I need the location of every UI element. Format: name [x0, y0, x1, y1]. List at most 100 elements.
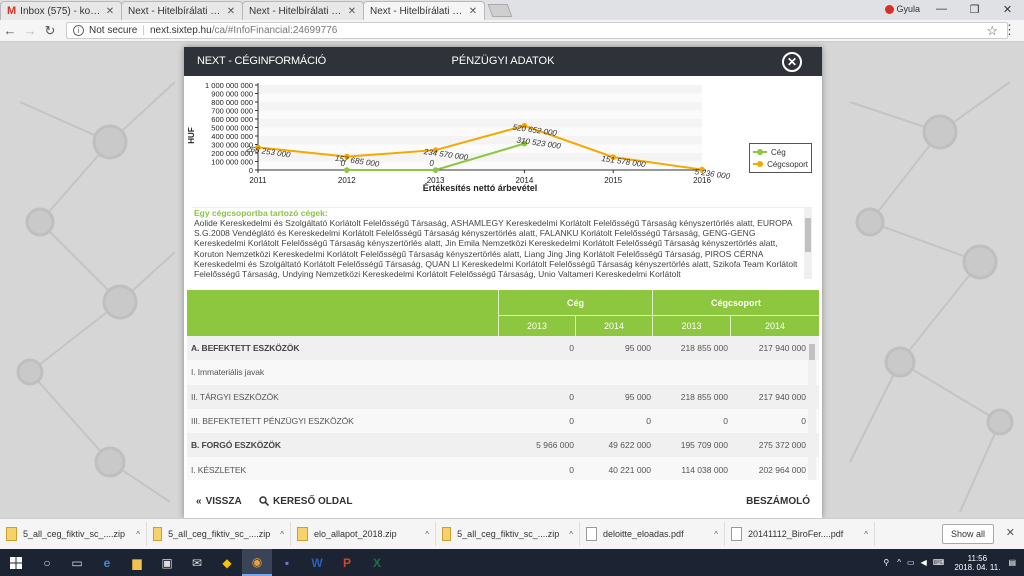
browser-tab-strip: M Inbox (575) - kovacs@ar ✕ Next - Hitel…: [0, 0, 1024, 20]
company-group-title: Egy cégcsoportba tartozó cégek:: [194, 208, 328, 218]
forward-arrow-icon[interactable]: →: [20, 23, 40, 38]
word-icon[interactable]: W: [302, 549, 332, 576]
notification-icon[interactable]: ▤: [1008, 558, 1016, 567]
volume-icon[interactable]: ◀: [921, 558, 927, 567]
network-icon[interactable]: ▭: [907, 558, 915, 567]
zip-file-icon: [442, 527, 452, 541]
chevron-up-icon[interactable]: ^: [415, 530, 429, 539]
tab-title: Next - Hitelbírálati modu: [128, 5, 226, 17]
browser-tab-next-1[interactable]: Next - Hitelbírálati modu ✕: [121, 1, 243, 20]
company-group-box: Egy cégcsoportba tartozó cégek: Aolide K…: [192, 207, 812, 279]
legend-label: Cégcsoport: [767, 159, 808, 169]
close-tab-icon[interactable]: ✕: [226, 6, 236, 17]
y-axis-label: HUF: [187, 127, 196, 144]
clock[interactable]: 11:56 2018. 04. 11.: [954, 554, 1000, 572]
bookmark-star-icon[interactable]: ☆: [986, 23, 998, 39]
plot-band: [258, 93, 702, 102]
download-name: 20141112_BiroFer....pdf: [748, 529, 844, 539]
x-tick-label: 2012: [338, 176, 356, 185]
zip-file-icon: [153, 527, 163, 541]
header-year: 2014: [730, 315, 819, 336]
chevron-up-icon[interactable]: ^: [897, 558, 901, 567]
row-label: B. FORGÓ ESZKÖZÖK: [191, 440, 281, 451]
row-label: II. TÁRGYI ESZKÖZÖK: [191, 391, 279, 402]
close-window-icon[interactable]: ✕: [991, 0, 1024, 18]
download-item[interactable]: 5_all_ceg_fiktiv_sc_....zip ^: [0, 522, 147, 546]
plot-band: [258, 110, 702, 119]
cell-value: 0: [569, 416, 574, 427]
chrome-icon[interactable]: ◉: [242, 549, 272, 576]
cell-value: 217 940 000: [758, 391, 806, 402]
browser-tab-next-active[interactable]: Next - Hitelbírálati modu ✕: [363, 1, 485, 20]
reload-icon[interactable]: ↻: [40, 23, 60, 39]
tab-title: Next - Hitelbírálati modu: [370, 5, 468, 17]
back-arrow-icon[interactable]: ←: [0, 23, 20, 38]
download-item[interactable]: 5_all_ceg_fiktiv_sc_....zip ^: [436, 522, 580, 546]
task-view-icon[interactable]: ▭: [62, 549, 92, 576]
browser-tab-gmail[interactable]: M Inbox (575) - kovacs@ar ✕: [0, 1, 122, 20]
file-explorer-icon[interactable]: ▆: [122, 549, 152, 576]
menu-dots-icon[interactable]: ⋮: [1003, 22, 1016, 38]
search-page-button[interactable]: KERESŐ OLDAL: [259, 496, 352, 507]
report-label: BESZÁMOLÓ: [746, 495, 810, 507]
search-icon[interactable]: ○: [32, 549, 62, 576]
search-page-label: KERESŐ OLDAL: [273, 495, 353, 507]
profile-button[interactable]: Gyula: [885, 4, 920, 14]
people-icon[interactable]: ⚲: [883, 558, 889, 567]
maximize-icon[interactable]: ❐: [958, 0, 991, 18]
y-tick-label: 0: [249, 166, 253, 175]
row-label: I. Immateriális javak: [191, 367, 265, 378]
download-item[interactable]: deloitte_eloadas.pdf ^: [580, 522, 725, 546]
app-icon[interactable]: ◆: [212, 549, 242, 576]
company-group-scrollbar[interactable]: [804, 208, 812, 279]
chevron-up-icon[interactable]: ^: [270, 530, 284, 539]
back-button[interactable]: « VISSZA: [196, 496, 242, 507]
show-all-button[interactable]: Show all: [941, 524, 994, 544]
close-downloads-icon[interactable]: ✕: [1006, 526, 1015, 539]
chevron-up-icon[interactable]: ^: [704, 530, 718, 539]
scroll-thumb[interactable]: [809, 344, 815, 360]
report-button[interactable]: BESZÁMOLÓ: [746, 496, 810, 507]
x-tick-label: 2011: [249, 176, 267, 185]
new-tab-button[interactable]: [487, 4, 513, 17]
close-modal-button[interactable]: ✕: [782, 52, 802, 72]
close-tab-icon[interactable]: ✕: [105, 6, 115, 17]
edge-icon[interactable]: e: [92, 549, 122, 576]
row-label: I. KÉSZLETEK: [191, 464, 247, 475]
downloads-bar: 5_all_ceg_fiktiv_sc_....zip ^ 5_all_ceg_…: [0, 518, 1024, 549]
download-item[interactable]: elo_allapot_2018.zip ^: [291, 522, 436, 546]
data-point: [432, 167, 439, 173]
save-app-icon[interactable]: ▪: [272, 549, 302, 576]
chevron-up-icon[interactable]: ^: [854, 530, 868, 539]
header-year: 2013: [498, 315, 575, 336]
close-tab-icon[interactable]: ✕: [347, 6, 357, 17]
powerpoint-icon[interactable]: P: [332, 549, 362, 576]
url-host: next.sixtep.hu: [149, 25, 212, 36]
window-controls: — ❐ ✕: [925, 0, 1024, 18]
download-item[interactable]: 20141112_BiroFer....pdf ^: [725, 522, 875, 546]
close-tab-icon[interactable]: ✕: [468, 6, 478, 17]
cell-value: 275 372 000: [758, 440, 806, 451]
y-tick-label: 500 000 000: [211, 124, 253, 133]
download-item[interactable]: 5_all_ceg_fiktiv_sc_....zip ^: [147, 522, 291, 546]
excel-icon[interactable]: X: [362, 549, 392, 576]
cell-value: 95 000: [625, 343, 651, 354]
cell-value: 218 855 000: [680, 343, 728, 354]
info-icon[interactable]: i: [73, 25, 84, 36]
keyboard-icon[interactable]: ⌨: [933, 558, 945, 567]
legend-swatch: [753, 149, 767, 155]
mail-icon[interactable]: ✉: [182, 549, 212, 576]
address-bar-row: ← → ↻ i Not secure | next.sixtep.hu/ca/#…: [0, 20, 1024, 42]
browser-tab-next-2[interactable]: Next - Hitelbírálati modu ✕: [242, 1, 364, 20]
scroll-thumb[interactable]: [805, 218, 811, 252]
table-scrollbar[interactable]: [808, 336, 816, 480]
chevron-up-icon[interactable]: ^: [126, 530, 140, 539]
chevron-up-icon[interactable]: ^: [559, 530, 573, 539]
windows-start-icon[interactable]: [0, 549, 32, 576]
table-row: B. FORGÓ ESZKÖZÖK 5 966 000 49 622 000 1…: [187, 433, 819, 458]
url-input[interactable]: i Not secure | next.sixtep.hu/ca/#InfoFi…: [66, 22, 1008, 39]
minimize-icon[interactable]: —: [925, 0, 958, 18]
store-icon[interactable]: ▣: [152, 549, 182, 576]
data-point: [344, 167, 350, 173]
x-axis-label: Értékesítés nettó árbevétel: [423, 183, 538, 193]
